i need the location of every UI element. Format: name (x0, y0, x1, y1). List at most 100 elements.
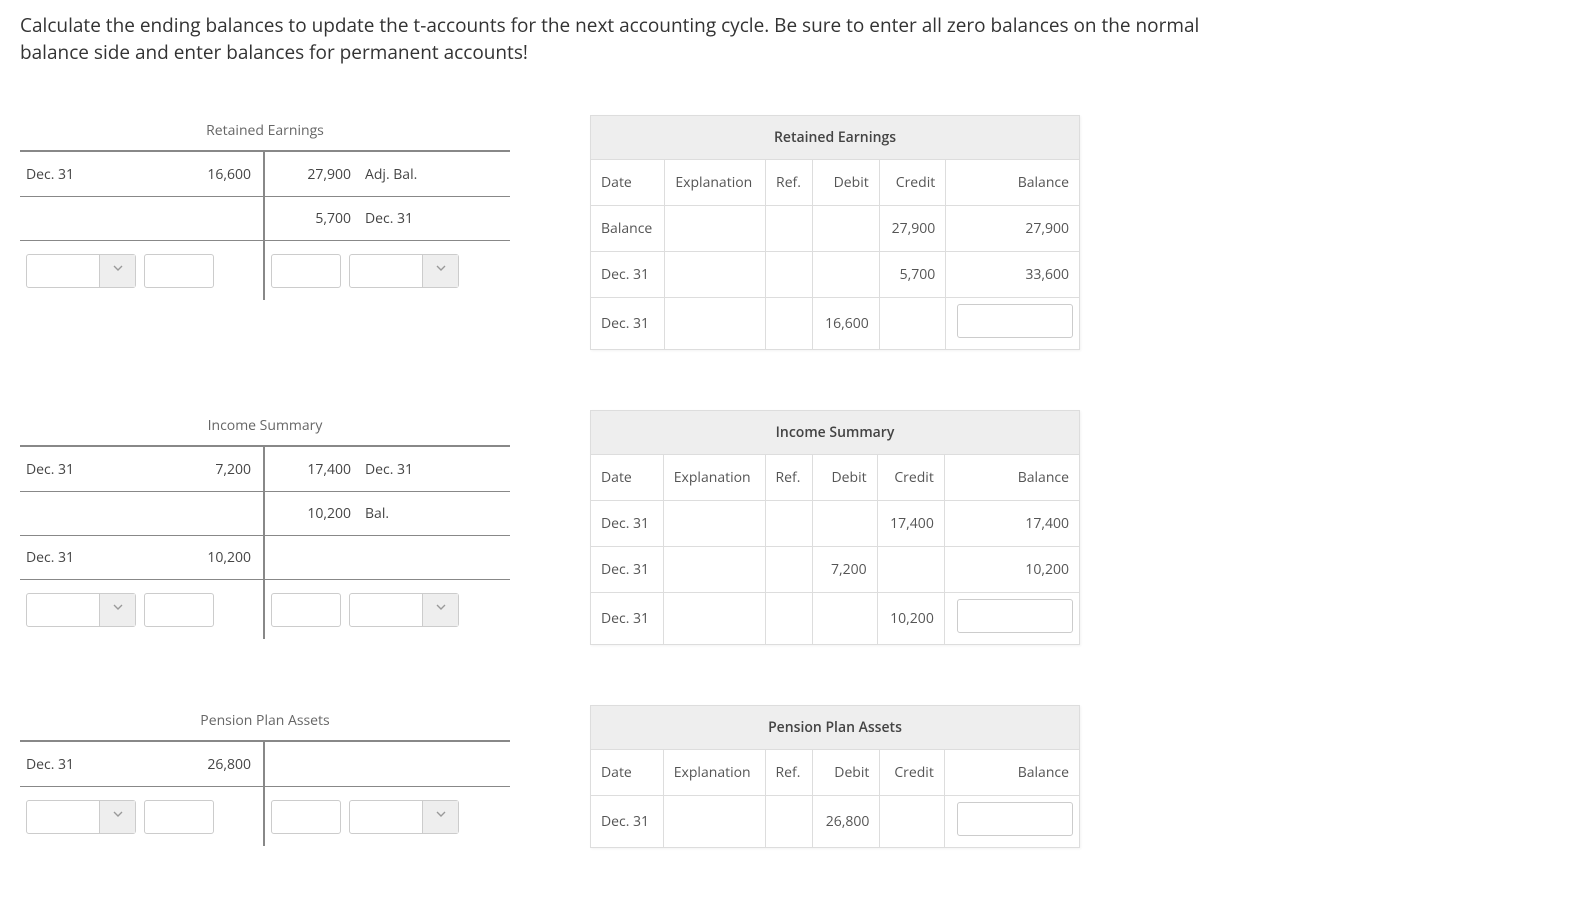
t-right-amount: 17,400 (271, 460, 351, 479)
ledger-date: Dec. 31 (591, 252, 665, 298)
header-balance: Balance (944, 750, 1079, 796)
ledger-explanation (663, 501, 765, 547)
t-right-amount-input[interactable] (271, 254, 341, 288)
t-left-amount-input[interactable] (144, 800, 214, 834)
header-credit: Credit (879, 160, 946, 206)
ledger-debit: 16,600 (813, 298, 880, 350)
header-credit: Credit (880, 750, 944, 796)
t-left-date-select[interactable] (26, 254, 136, 288)
t-left-date-select[interactable] (26, 800, 136, 834)
t-account-title: Retained Earnings (20, 115, 510, 152)
t-left-date: Dec. 31 (26, 755, 126, 774)
t-left-date-select[interactable] (26, 593, 136, 627)
ledger-header-row: DateExplanationRef.DebitCreditBalance (591, 160, 1080, 206)
t-left-date: Dec. 31 (26, 165, 126, 184)
ledger-balance-input[interactable] (957, 802, 1073, 836)
ledger-explanation (665, 298, 766, 350)
t-right-label-select[interactable] (349, 593, 459, 627)
ledger-date: Dec. 31 (591, 501, 664, 547)
header-balance: Balance (946, 160, 1080, 206)
t-right-label: Dec. 31 (365, 460, 413, 479)
ledger-ref (766, 298, 813, 350)
t-left-amount: 26,800 (177, 755, 257, 774)
t-right-label-select[interactable] (349, 254, 459, 288)
ledger-explanation (663, 547, 765, 593)
header-ref: Ref. (765, 455, 813, 501)
ledger-ref (765, 547, 813, 593)
ledger-ref (765, 796, 813, 848)
ledger-debit (813, 206, 880, 252)
ledger-explanation (663, 796, 765, 848)
ledger-table: Pension Plan AssetsDateExplanationRef.De… (590, 705, 1080, 848)
header-debit: Debit (813, 750, 880, 796)
header-ref: Ref. (765, 750, 813, 796)
ledger-title: Retained Earnings (591, 116, 1080, 160)
t-left-date: Dec. 31 (26, 460, 126, 479)
ledger-explanation (665, 206, 766, 252)
ledger-ref (766, 252, 813, 298)
ledger-title: Income Summary (591, 411, 1080, 455)
t-left-amount-input[interactable] (144, 254, 214, 288)
ledger-ref (766, 206, 813, 252)
t-left-amount: 7,200 (177, 460, 257, 479)
t-right-amount-input[interactable] (271, 593, 341, 627)
t-right-amount: 10,200 (271, 504, 351, 523)
ledger-credit: 17,400 (877, 501, 944, 547)
ledger-debit (813, 252, 880, 298)
ledger-title: Pension Plan Assets (591, 706, 1080, 750)
ledger-ref (765, 593, 813, 645)
t-left-amount: 16,600 (177, 165, 257, 184)
account-section: Pension Plan AssetsDec. 3126,800Pension … (20, 705, 1559, 848)
ledger-balance-input[interactable] (957, 599, 1073, 633)
chevron-down-icon (433, 260, 449, 281)
t-left-amount: 10,200 (177, 548, 257, 567)
header-balance: Balance (944, 455, 1079, 501)
ledger-debit: 26,800 (813, 796, 880, 848)
t-right-amount: 5,700 (271, 209, 351, 228)
ledger-credit: 27,900 (879, 206, 946, 252)
account-section: Retained Earnings Dec. 31 16,600 27,900 Adj.… (20, 115, 1559, 350)
ledger-credit (877, 547, 944, 593)
ledger-row: Dec. 317,20010,200 (591, 547, 1080, 593)
ledger-balance-input[interactable] (957, 304, 1073, 338)
ledger-credit: 5,700 (879, 252, 946, 298)
t-account: Pension Plan Assets Dec. 31 26,800 (20, 705, 510, 846)
ledger-explanation (663, 593, 765, 645)
t-right-amount: 27,900 (271, 165, 351, 184)
header-debit: Debit (813, 455, 877, 501)
ledger-row: Balance27,90027,900 (591, 206, 1080, 252)
chevron-down-icon (110, 260, 126, 281)
ledger-row: Dec. 31 5,70033,600 (591, 252, 1080, 298)
ledger-credit: 10,200 (877, 593, 944, 645)
ledger-date: Balance (591, 206, 665, 252)
ledger-ref (765, 501, 813, 547)
ledger-debit (813, 501, 877, 547)
t-account: Income SummaryDec. 317,20017,400Dec. 311… (20, 410, 510, 639)
ledger-table: Income SummaryDateExplanationRef.DebitCr… (590, 410, 1080, 645)
ledger-debit (813, 593, 877, 645)
t-right-label-select[interactable] (349, 800, 459, 834)
ledger-balance: 33,600 (946, 252, 1080, 298)
ledger-row: Dec. 31 10,200 (591, 593, 1080, 645)
ledger-date: Dec. 31 (591, 593, 664, 645)
t-left-amount-input[interactable] (144, 593, 214, 627)
ledger-row: Dec. 3126,800 (591, 796, 1080, 848)
ledger-credit (880, 796, 944, 848)
ledger-credit (879, 298, 946, 350)
t-account-title: Pension Plan Assets (20, 705, 510, 742)
ledger-header-row: DateExplanationRef.DebitCreditBalance (591, 455, 1080, 501)
header-credit: Credit (877, 455, 944, 501)
t-right-label: Adj. Bal. (365, 165, 417, 184)
t-right-label: Dec. 31 (365, 209, 413, 228)
ledger-explanation (665, 252, 766, 298)
ledger-balance: 17,400 (944, 501, 1079, 547)
ledger-date: Dec. 31 (591, 298, 665, 350)
chevron-down-icon (110, 806, 126, 827)
header-debit: Debit (813, 160, 880, 206)
header-ref: Ref. (766, 160, 813, 206)
chevron-down-icon (110, 599, 126, 620)
header-explanation: Explanation (663, 455, 765, 501)
t-right-amount-input[interactable] (271, 800, 341, 834)
instructions-text: Calculate the ending balances to update … (20, 12, 1220, 65)
t-account: Retained Earnings Dec. 31 16,600 27,900 Adj.… (20, 115, 510, 300)
